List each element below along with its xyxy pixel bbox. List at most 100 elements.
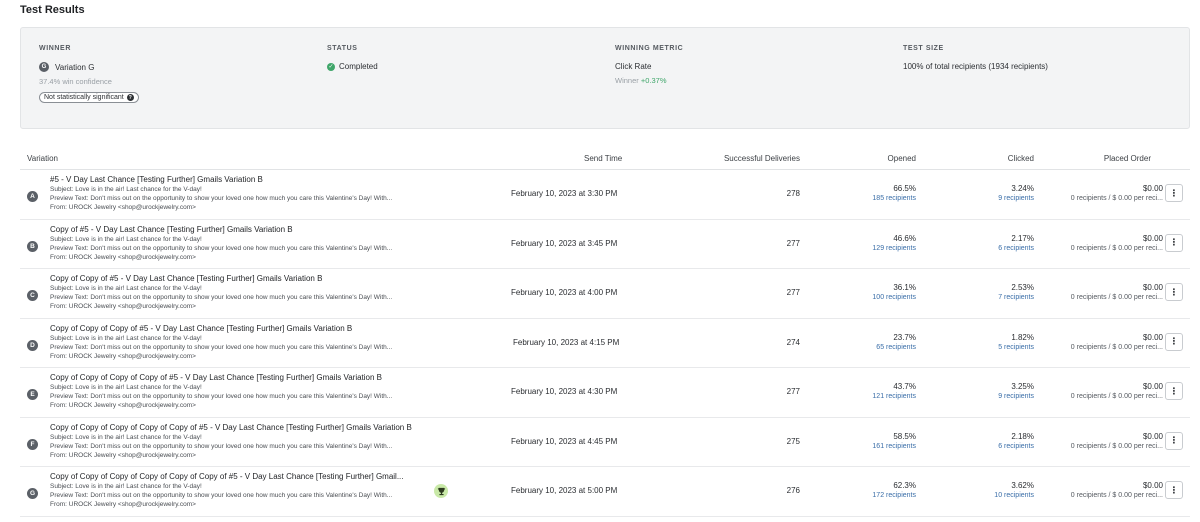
clicked-recipients-link[interactable]: 7 recipients bbox=[964, 294, 1034, 301]
col-header-clicked[interactable]: Clicked bbox=[964, 154, 1034, 163]
table-row[interactable]: G Copy of Copy of Copy of Copy of Copy of… bbox=[20, 467, 1190, 517]
variation-from: From: UROCK Jewelry <shop@urockjewelry.c… bbox=[50, 204, 196, 211]
col-header-placed-order[interactable]: Placed Order bbox=[1061, 154, 1151, 163]
variation-letter-badge: D bbox=[27, 339, 38, 351]
variation-subject: Subject: Love is in the air! Last chance… bbox=[50, 483, 202, 490]
opened-rate: 43.7% bbox=[893, 382, 916, 391]
variation-from: From: UROCK Jewelry <shop@urockjewelry.c… bbox=[50, 451, 196, 459]
more-options-button[interactable]: ⋮ bbox=[1165, 233, 1183, 252]
vertical-ellipsis-icon: ⋮ bbox=[1169, 385, 1179, 396]
placed-order-cell: $0.00 0 recipients / $ 0.00 per reci... bbox=[1040, 269, 1163, 301]
table-row[interactable]: B Copy of #5 - V Day Last Chance [Testing… bbox=[20, 220, 1190, 269]
variation-name[interactable]: Copy of Copy of Copy of #5 - V Day Last … bbox=[50, 324, 352, 333]
clicked-recipients-link[interactable]: 6 recipients bbox=[964, 245, 1034, 252]
placed-order-detail: 0 recipients / $ 0.00 per reci... bbox=[1070, 393, 1163, 400]
trophy-icon bbox=[434, 484, 448, 498]
clicked-recipients-link[interactable]: 9 recipients bbox=[964, 393, 1034, 400]
more-options-button[interactable]: ⋮ bbox=[1165, 382, 1183, 400]
more-options-button[interactable]: ⋮ bbox=[1165, 184, 1183, 202]
variation-letter-badge: C bbox=[27, 290, 38, 301]
placed-order-cell: $0.00 0 recipients / $ 0.00 per reci... bbox=[1040, 170, 1163, 202]
page-title: Test Results bbox=[20, 4, 85, 16]
variation-subject: Subject: Love is in the air! Last chance… bbox=[50, 235, 202, 243]
variation-name[interactable]: Copy of Copy of Copy of Copy of Copy of … bbox=[50, 423, 412, 432]
opened-cell: 62.3% 172 recipients bbox=[846, 467, 916, 499]
test-size-value: 100% of total recipients (1934 recipient… bbox=[903, 62, 1048, 71]
variation-from: From: UROCK Jewelry <shop@urockjewelry.c… bbox=[50, 303, 196, 310]
clicked-cell: 2.18% 6 recipients bbox=[964, 418, 1034, 450]
table-row[interactable]: E Copy of Copy of Copy of Copy of #5 - V … bbox=[20, 368, 1190, 418]
variation-preview: Preview Text: Don't miss out on the oppo… bbox=[50, 442, 393, 450]
placed-order-value: $0.00 bbox=[1142, 332, 1163, 342]
variation-name[interactable]: Copy of Copy of Copy of Copy of Copy of … bbox=[50, 472, 404, 481]
opened-recipients-link[interactable]: 129 recipients bbox=[846, 245, 916, 252]
opened-cell: 58.5% 161 recipients bbox=[846, 418, 916, 450]
table-row[interactable]: D Copy of Copy of Copy of #5 - V Day Last… bbox=[20, 319, 1190, 368]
opened-rate: 23.7% bbox=[893, 332, 916, 342]
more-options-button[interactable]: ⋮ bbox=[1165, 332, 1183, 351]
send-time: February 10, 2023 at 3:45 PM bbox=[511, 238, 618, 248]
col-header-variation[interactable]: Variation bbox=[27, 154, 58, 163]
opened-recipients-link[interactable]: 161 recipients bbox=[846, 443, 916, 450]
metric-section: WINNING METRIC Click Rate Winner +0.37% bbox=[615, 45, 683, 85]
col-header-deliveries[interactable]: Successful Deliveries bbox=[700, 154, 800, 163]
variation-from: From: UROCK Jewelry <shop@urockjewelry.c… bbox=[50, 402, 196, 409]
clicked-cell: 3.25% 9 recipients bbox=[964, 368, 1034, 400]
clicked-recipients-link[interactable]: 10 recipients bbox=[964, 492, 1034, 499]
successful-deliveries: 274 bbox=[786, 337, 800, 347]
test-summary-panel: WINNER G Variation G 37.4% win confidenc… bbox=[20, 27, 1190, 129]
clicked-cell: 3.24% 9 recipients bbox=[964, 170, 1034, 202]
opened-cell: 46.6% 129 recipients bbox=[846, 220, 916, 252]
win-confidence: 37.4% win confidence bbox=[39, 77, 112, 86]
send-time: February 10, 2023 at 4:30 PM bbox=[511, 387, 618, 396]
variation-preview: Preview Text: Don't miss out on the oppo… bbox=[50, 343, 393, 351]
table-row[interactable]: A #5 - V Day Last Chance [Testing Further… bbox=[20, 170, 1190, 220]
more-options-button[interactable]: ⋮ bbox=[1165, 283, 1183, 301]
col-header-opened[interactable]: Opened bbox=[846, 154, 916, 163]
placed-order-value: $0.00 bbox=[1142, 382, 1163, 391]
variation-subject: Subject: Love is in the air! Last chance… bbox=[50, 384, 202, 391]
significance-pill[interactable]: Not statistically significant ? bbox=[39, 92, 139, 103]
opened-rate: 62.3% bbox=[893, 481, 916, 490]
variation-preview: Preview Text: Don't miss out on the oppo… bbox=[50, 244, 393, 252]
vertical-ellipsis-icon: ⋮ bbox=[1169, 286, 1179, 297]
col-header-send-time[interactable]: Send Time bbox=[584, 154, 622, 163]
opened-recipients-link[interactable]: 172 recipients bbox=[846, 492, 916, 499]
variation-preview: Preview Text: Don't miss out on the oppo… bbox=[50, 294, 393, 301]
variation-letter-badge: F bbox=[27, 438, 38, 450]
variation-from: From: UROCK Jewelry <shop@urockjewelry.c… bbox=[50, 253, 196, 261]
variation-name[interactable]: #5 - V Day Last Chance [Testing Further]… bbox=[50, 175, 263, 184]
significance-label: Not statistically significant bbox=[44, 94, 124, 101]
variation-name[interactable]: Copy of Copy of #5 - V Day Last Chance [… bbox=[50, 274, 322, 283]
successful-deliveries: 277 bbox=[786, 288, 800, 297]
variation-name[interactable]: Copy of #5 - V Day Last Chance [Testing … bbox=[50, 225, 293, 234]
metric-winner-note: Winner +0.37% bbox=[615, 76, 683, 85]
clicked-recipients-link[interactable]: 6 recipients bbox=[964, 443, 1034, 450]
help-icon[interactable]: ? bbox=[126, 94, 134, 101]
table-row[interactable]: F Copy of Copy of Copy of Copy of Copy of… bbox=[20, 418, 1190, 467]
status-value: Completed bbox=[339, 62, 378, 71]
vertical-ellipsis-icon: ⋮ bbox=[1169, 187, 1179, 198]
metric-label: WINNING METRIC bbox=[615, 45, 684, 52]
clicked-rate: 3.24% bbox=[1011, 184, 1034, 193]
variation-name[interactable]: Copy of Copy of Copy of Copy of #5 - V D… bbox=[50, 373, 382, 382]
opened-cell: 23.7% 65 recipients bbox=[846, 319, 916, 351]
send-time: February 10, 2023 at 3:30 PM bbox=[511, 189, 618, 198]
variation-subject: Subject: Love is in the air! Last chance… bbox=[50, 334, 202, 342]
variation-badge: G bbox=[39, 62, 49, 72]
more-options-button[interactable]: ⋮ bbox=[1165, 431, 1183, 450]
table-row[interactable]: C Copy of Copy of #5 - V Day Last Chance … bbox=[20, 269, 1190, 319]
winner-section: WINNER G Variation G 37.4% win confidenc… bbox=[39, 45, 139, 104]
clicked-recipients-link[interactable]: 5 recipients bbox=[964, 344, 1034, 351]
opened-recipients-link[interactable]: 100 recipients bbox=[846, 294, 916, 301]
opened-recipients-link[interactable]: 121 recipients bbox=[846, 393, 916, 400]
clicked-recipients-link[interactable]: 9 recipients bbox=[964, 195, 1034, 202]
test-size-section: TEST SIZE 100% of total recipients (1934… bbox=[903, 45, 1048, 71]
placed-order-cell: $0.00 0 recipients / $ 0.00 per reci... bbox=[1040, 467, 1163, 499]
vertical-ellipsis-icon: ⋮ bbox=[1169, 336, 1179, 346]
variation-letter-badge: G bbox=[27, 488, 38, 499]
opened-recipients-link[interactable]: 185 recipients bbox=[846, 195, 916, 202]
opened-recipients-link[interactable]: 65 recipients bbox=[846, 344, 916, 351]
more-options-button[interactable]: ⋮ bbox=[1165, 481, 1183, 499]
opened-rate: 36.1% bbox=[893, 283, 916, 292]
